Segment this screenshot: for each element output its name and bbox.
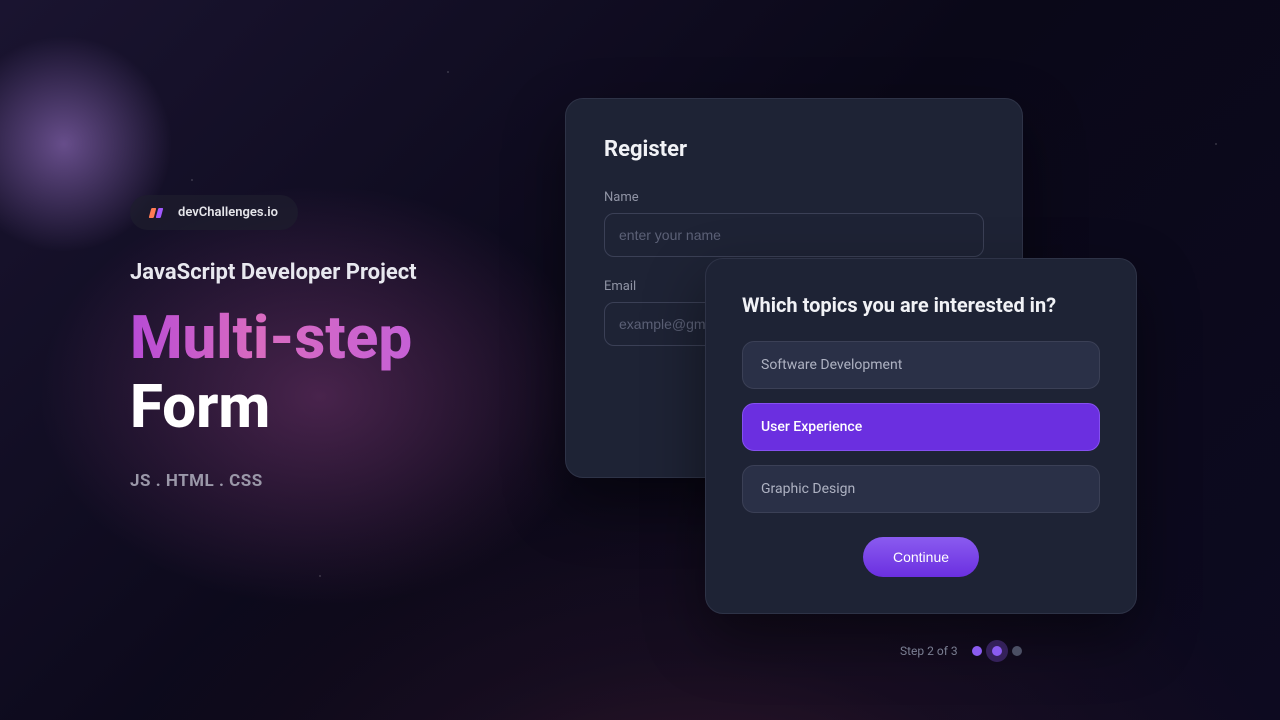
title-line-1: Multi-step: [130, 302, 412, 373]
topic-option-software[interactable]: Software Development: [742, 341, 1100, 389]
register-heading: Register: [604, 137, 984, 162]
name-field-group: Name: [604, 190, 984, 257]
name-label: Name: [604, 190, 984, 205]
topics-card: Which topics you are interested in? Soft…: [705, 258, 1137, 614]
topic-option-design[interactable]: Graphic Design: [742, 465, 1100, 513]
step-dot-2: [992, 646, 1002, 656]
step-indicator: Step 2 of 3: [900, 644, 1022, 658]
step-dot-3: [1012, 646, 1022, 656]
project-title: Multi-step Form: [130, 303, 417, 441]
title-line-2: Form: [130, 371, 270, 442]
hero-text-block: devChallenges.io JavaScript Developer Pr…: [130, 195, 417, 491]
tech-stack: JS . HTML . CSS: [130, 471, 417, 491]
project-subtitle: JavaScript Developer Project: [130, 260, 417, 285]
topics-heading: Which topics you are interested in?: [742, 293, 1100, 317]
brand-badge: devChallenges.io: [130, 195, 298, 230]
step-dot-1: [972, 646, 982, 656]
step-label: Step 2 of 3: [900, 644, 958, 658]
name-input[interactable]: [604, 213, 984, 257]
brand-text: devChallenges.io: [178, 205, 278, 220]
continue-button[interactable]: Continue: [863, 537, 979, 577]
brand-icon: [150, 207, 168, 219]
step-dots: [972, 646, 1022, 656]
topic-option-ux[interactable]: User Experience: [742, 403, 1100, 451]
